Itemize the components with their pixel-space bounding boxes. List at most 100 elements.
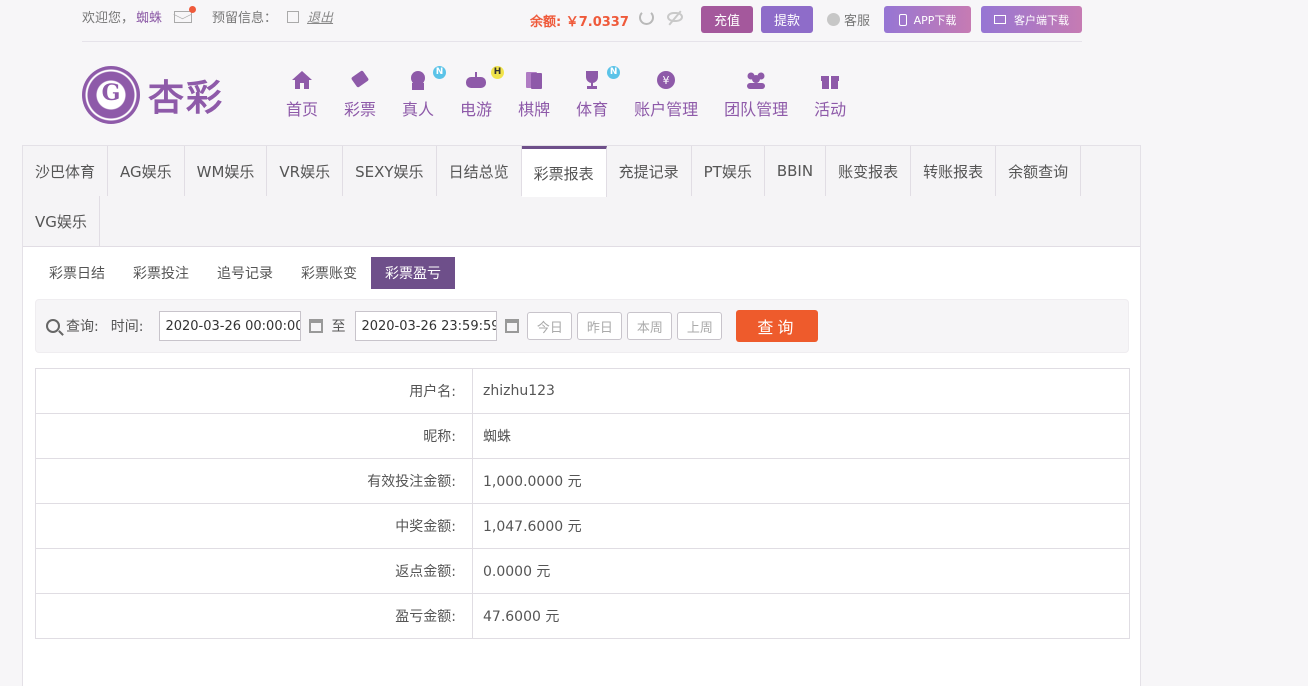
subtab-lottery-daily[interactable]: 彩票日结: [35, 257, 119, 289]
nav-lottery[interactable]: 彩票: [344, 70, 376, 120]
tab-account-change[interactable]: 账变报表: [826, 146, 912, 196]
subtab-lottery-account-change[interactable]: 彩票账变: [287, 257, 371, 289]
tab-wm[interactable]: WM娱乐: [184, 146, 268, 196]
tab-daily-overview[interactable]: 日结总览: [436, 146, 522, 196]
username[interactable]: 蜘蛛: [136, 7, 162, 26]
dealer-icon: [411, 71, 426, 90]
reserve-info-label: 预留信息：: [212, 11, 278, 26]
nav-label: 账户管理: [634, 100, 699, 119]
client-download-label: 客户端下载: [1014, 13, 1069, 27]
customer-service[interactable]: 客服: [827, 10, 870, 29]
headset-icon: [827, 13, 840, 26]
nav-label: 体育: [576, 100, 609, 119]
report-panel: 沙巴体育 AG娱乐 WM娱乐 VR娱乐 SEXY娱乐 日结总览 彩票报表 充提记…: [22, 145, 1141, 686]
nav-label: 彩票: [344, 100, 377, 119]
gamepad-icon: [466, 72, 487, 88]
nav-label: 真人: [402, 100, 435, 119]
yen-icon: ¥: [657, 71, 676, 89]
table-row: 有效投注金额: 1,000.0000 元: [35, 458, 1130, 504]
refresh-icon[interactable]: [639, 10, 654, 25]
new-badge: N: [607, 66, 621, 79]
row-key: 盈亏金额:: [35, 593, 473, 639]
nav-live[interactable]: N 真人: [402, 66, 447, 120]
query-label: 查询:: [66, 319, 99, 335]
tab-lottery-report[interactable]: 彩票报表: [521, 146, 607, 197]
tab-transfer-report[interactable]: 转账报表: [911, 146, 997, 196]
tab-vr[interactable]: VR娱乐: [267, 146, 344, 196]
yesterday-button[interactable]: 昨日: [577, 312, 623, 340]
new-badge: N: [433, 66, 447, 79]
welcome-area: 欢迎您， 蜘蛛 预留信息： 退出: [82, 5, 333, 26]
query-submit-button[interactable]: 查询: [736, 310, 819, 342]
lottery-subtabs: 彩票日结 彩票投注 追号记录 彩票账变 彩票盈亏: [35, 257, 455, 289]
logout-link[interactable]: 退出: [307, 7, 333, 26]
start-date-input[interactable]: 2020-03-26 00:00:00: [159, 311, 302, 341]
table-row: 中奖金额: 1,047.6000 元: [35, 503, 1130, 549]
calendar-icon[interactable]: [505, 319, 520, 333]
cards-icon: [526, 72, 543, 89]
subtab-lottery-bets[interactable]: 彩票投注: [119, 257, 203, 289]
row-value: 1,047.6000 元: [472, 503, 1130, 549]
withdraw-button[interactable]: 提款: [761, 6, 813, 33]
customer-service-label: 客服: [844, 14, 871, 29]
site-logo[interactable]: G 杏彩: [82, 66, 224, 124]
tab-balance-query[interactable]: 余额查询: [996, 146, 1082, 196]
edit-icon[interactable]: [287, 10, 300, 23]
nav-activity[interactable]: 活动: [814, 70, 846, 120]
main-nav: 首页 彩票 N 真人 H 电游 棋牌 N 体育 ¥ 账户管理 团队管理 活动: [286, 66, 872, 120]
team-icon: [747, 72, 766, 89]
tab-pt[interactable]: PT娱乐: [691, 146, 765, 196]
subtab-lottery-profit[interactable]: 彩票盈亏: [371, 257, 455, 289]
tab-sexy[interactable]: SEXY娱乐: [343, 146, 437, 196]
hide-balance-icon[interactable]: [667, 12, 683, 22]
logo-glyph: G: [101, 80, 121, 106]
row-key: 用户名:: [35, 368, 473, 414]
nav-sports[interactable]: N 体育: [576, 66, 621, 120]
table-row: 用户名: zhizhu123: [35, 368, 1130, 414]
client-download-button[interactable]: 客户端下载: [981, 6, 1082, 33]
home-icon: [292, 71, 312, 89]
row-key: 有效投注金额:: [35, 458, 473, 504]
tab-ag[interactable]: AG娱乐: [108, 146, 185, 196]
mail-icon[interactable]: [174, 5, 197, 23]
nav-team[interactable]: 团队管理: [724, 70, 788, 120]
welcome-text: 欢迎您，: [82, 11, 135, 26]
nav-account[interactable]: ¥ 账户管理: [634, 70, 698, 120]
row-key: 中奖金额:: [35, 503, 473, 549]
today-button[interactable]: 今日: [527, 312, 573, 340]
balance: 余额: ￥7.0337: [530, 15, 629, 30]
row-value: 47.6000 元: [472, 593, 1130, 639]
monitor-icon: [994, 15, 1006, 24]
nav-label: 首页: [286, 100, 319, 119]
calendar-icon[interactable]: [309, 319, 324, 333]
last-week-button[interactable]: 上周: [677, 312, 723, 340]
app-download-button[interactable]: APP下载: [884, 6, 971, 33]
svg-text:¥: ¥: [663, 74, 670, 87]
table-row: 盈亏金额: 47.6000 元: [35, 593, 1130, 639]
row-key: 昵称:: [35, 413, 473, 459]
row-value: 0.0000 元: [472, 548, 1130, 594]
top-bar: 欢迎您， 蜘蛛 预留信息： 退出 余额: ￥7.0337 充值 提款 客服 AP…: [82, 0, 1082, 42]
tab-bbin[interactable]: BBIN: [764, 146, 827, 196]
logo-badge: G: [82, 66, 140, 124]
row-key: 返点金额:: [35, 548, 473, 594]
search-icon: [46, 319, 60, 333]
end-date-input[interactable]: 2020-03-26 23:59:59: [355, 311, 498, 341]
nav-label: 电游: [460, 100, 493, 119]
row-value: 蜘蛛: [472, 413, 1130, 459]
nav-home[interactable]: 首页: [286, 70, 318, 120]
subtab-chase-records[interactable]: 追号记录: [203, 257, 287, 289]
this-week-button[interactable]: 本周: [627, 312, 673, 340]
recharge-button[interactable]: 充值: [701, 6, 753, 33]
nav-chess[interactable]: 棋牌: [518, 70, 550, 120]
time-label: 时间:: [110, 319, 144, 335]
tab-saba-sports[interactable]: 沙巴体育: [23, 146, 109, 196]
nav-label: 棋牌: [518, 100, 551, 119]
tab-deposit-withdraw[interactable]: 充提记录: [606, 146, 692, 196]
nav-label: 团队管理: [724, 100, 789, 119]
nav-egames[interactable]: H 电游: [460, 66, 505, 120]
table-row: 昵称: 蜘蛛: [35, 413, 1130, 459]
ticket-icon: [351, 70, 369, 88]
to-label: 至: [331, 319, 346, 335]
tab-vg[interactable]: VG娱乐: [23, 196, 100, 246]
